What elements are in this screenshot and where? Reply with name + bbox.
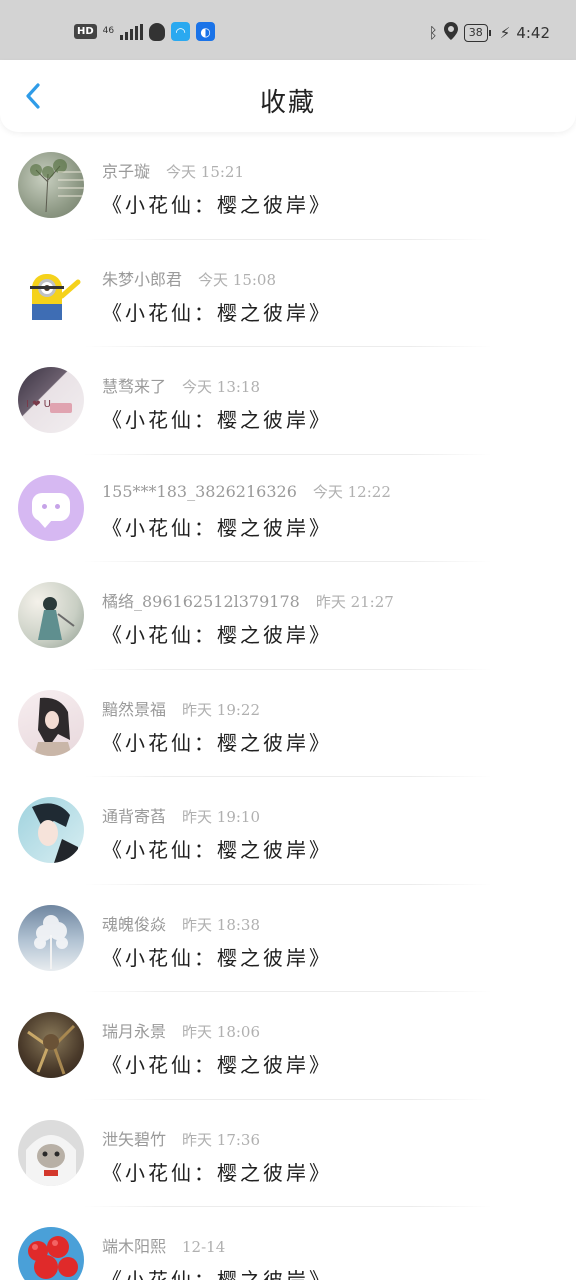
timestamp: 今天 15:08: [198, 270, 277, 289]
user-line: 魂魄俊焱 昨天 18:38: [102, 911, 260, 935]
username: 瑞月永景: [102, 1022, 167, 1041]
favorites-list: 京子璇 今天 15:21 《小花仙：樱之彼岸》 朱梦小郎君 今天 15:08 《小花…: [0, 132, 576, 1280]
work-title: 《小花仙：樱之彼岸》: [102, 1053, 332, 1077]
list-item[interactable]: 京子璇 今天 15:21 《小花仙：樱之彼岸》: [0, 132, 576, 240]
chat-bubble-icon: [32, 492, 70, 528]
app-icon-bulb: ◐: [196, 22, 216, 41]
user-line: 橘络_896162512l379178 昨天 21:27: [102, 588, 394, 612]
list-item[interactable]: 通背寄萏 昨天 19:10 《小花仙：樱之彼岸》: [0, 777, 576, 885]
username: 黯然景福: [102, 699, 167, 719]
work-title: 《小花仙：樱之彼岸》: [102, 730, 332, 755]
list-item[interactable]: 橘络_896162512l379178 昨天 21:27 《小花仙：樱之彼岸》: [0, 562, 576, 670]
work-title: 《小花仙：樱之彼岸》: [102, 1160, 332, 1185]
timestamp: 昨天 19:10: [182, 808, 261, 826]
username: 155***183_3826216326: [102, 481, 297, 501]
list-item[interactable]: 端木阳熙 12-14 《小花仙：樱之彼岸》: [0, 1207, 576, 1280]
list-item[interactable]: 155***183_3826216326 今天 12:22 《小花仙：樱之彼岸》: [0, 455, 576, 562]
work-title: 《小花仙：樱之彼岸》: [102, 193, 332, 217]
network-type: 46: [102, 26, 115, 36]
user-line: 通背寄萏 昨天 19:10: [102, 803, 260, 827]
app-icon-circle: ◠: [171, 22, 191, 41]
work-title: 《小花仙：樱之彼岸》: [102, 623, 332, 647]
timestamp: 今天 13:18: [182, 378, 261, 396]
status-right: ᛒ 38 ⚡ 4:42: [429, 22, 550, 44]
list-item[interactable]: I ❤ U 慧骛来了 今天 13:18 《小花仙：樱之彼岸》: [0, 347, 576, 455]
work-title: 《小花仙：樱之彼岸》: [102, 838, 332, 862]
avatar: [18, 152, 84, 218]
timestamp: 昨天 18:38: [182, 915, 261, 934]
user-line: 朱梦小郎君 今天 15:08: [102, 266, 276, 290]
avatar: [18, 474, 84, 541]
avatar: [18, 904, 84, 971]
avatar: [18, 689, 84, 756]
username: 朱梦小郎君: [102, 269, 183, 289]
username: 橘络_896162512l379178: [102, 592, 300, 611]
user-line: 端木阳熙 12-14: [102, 1233, 225, 1257]
avatar: [18, 1119, 84, 1186]
username: 泄矢碧竹: [102, 1129, 167, 1149]
clock: 4:42: [516, 24, 550, 42]
avatar: [18, 1227, 84, 1280]
status-left: HD 46 ◠ ◐: [74, 22, 216, 41]
user-line: 155***183_3826216326 今天 12:22: [102, 481, 391, 502]
username: 魂魄俊焱: [102, 914, 167, 934]
user-line: 京子璇 今天 15:21: [102, 158, 244, 182]
avatar: [18, 1012, 84, 1078]
avatar: [18, 259, 84, 326]
battery-icon: 38: [463, 24, 491, 42]
bluetooth-icon: ᛒ: [428, 24, 438, 42]
work-title: 《小花仙：樱之彼岸》: [102, 1268, 332, 1280]
list-item[interactable]: 瑞月永景 昨天 18:06 《小花仙：樱之彼岸》: [0, 992, 576, 1100]
username: 慧骛来了: [102, 377, 167, 396]
username: 通背寄萏: [102, 807, 167, 826]
list-item[interactable]: 泄矢碧竹 昨天 17:36 《小花仙：樱之彼岸》: [0, 1100, 576, 1207]
work-title: 《小花仙：樱之彼岸》: [102, 300, 332, 325]
signal-icon: [120, 23, 144, 40]
page-title: 收藏: [259, 88, 316, 118]
user-line: 慧骛来了 今天 13:18: [102, 373, 260, 397]
list-item[interactable]: 朱梦小郎君 今天 15:08 《小花仙：樱之彼岸》: [0, 240, 576, 347]
charging-icon: ⚡: [499, 24, 511, 42]
work-title: 《小花仙：樱之彼岸》: [102, 408, 332, 432]
work-title: 《小花仙：樱之彼岸》: [102, 945, 332, 970]
status-bar: HD 46 ◠ ◐ ᛒ 38 ⚡ 4:42: [0, 0, 576, 60]
timestamp: 昨天 17:36: [182, 1130, 261, 1149]
hd-badge: HD: [74, 24, 97, 39]
timestamp: 昨天 21:27: [315, 593, 394, 611]
list-item[interactable]: 魂魄俊焱 昨天 18:38 《小花仙：樱之彼岸》: [0, 885, 576, 992]
work-title: 《小花仙：樱之彼岸》: [102, 515, 332, 540]
user-line: 泄矢碧竹 昨天 17:36: [102, 1126, 260, 1150]
user-line: 黯然景福 昨天 19:22: [102, 696, 260, 720]
timestamp: 昨天 18:06: [182, 1023, 261, 1041]
header: 收藏: [0, 60, 576, 132]
avatar: [18, 582, 84, 648]
username: 端木阳熙: [102, 1237, 167, 1256]
timestamp: 昨天 19:22: [182, 700, 261, 719]
svg-text:I ❤ U: I ❤ U: [26, 399, 51, 410]
qq-icon: [149, 22, 166, 41]
avatar: I ❤ U: [18, 367, 84, 433]
location-icon: [443, 22, 458, 44]
avatar: [18, 797, 84, 863]
username: 京子璇: [102, 162, 151, 181]
timestamp: 今天 15:21: [166, 163, 245, 181]
list-item[interactable]: 黯然景福 昨天 19:22 《小花仙：樱之彼岸》: [0, 670, 576, 777]
timestamp: 12-14: [182, 1238, 226, 1256]
timestamp: 今天 12:22: [312, 482, 391, 501]
user-line: 瑞月永景 昨天 18:06: [102, 1018, 260, 1042]
